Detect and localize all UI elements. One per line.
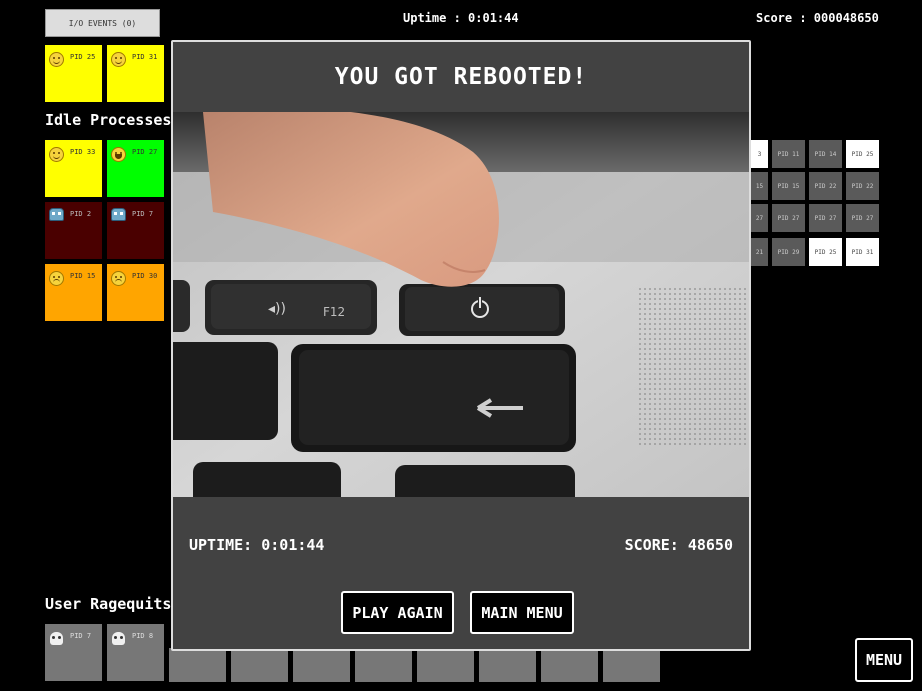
ragequit-slot (231, 648, 288, 682)
memory-page[interactable]: PID 22 (809, 172, 842, 200)
ragequit-slot (355, 648, 412, 682)
reboot-photo: ◂)) F12 (173, 112, 749, 497)
ragequit-slot (541, 648, 598, 682)
process-card[interactable]: PID 15 (45, 264, 102, 321)
ragequit-card: PID 8 (107, 624, 164, 681)
memory-page[interactable]: 3 (751, 140, 768, 168)
dialog-title: YOU GOT REBOOTED! (334, 64, 588, 90)
process-pid: PID 31 (132, 53, 158, 61)
power-button-photo-illustration: ◂)) F12 (173, 112, 749, 497)
memory-page[interactable]: PID 27 (846, 204, 879, 232)
process-pid: PID 33 (70, 148, 96, 156)
ragequit-card: PID 7 (45, 624, 102, 681)
ragequit-slot (169, 648, 226, 682)
memory-page[interactable]: 21 (751, 238, 768, 266)
process-pid: PID 30 (132, 272, 158, 280)
svg-text:◂)): ◂)) (268, 301, 286, 317)
memory-page[interactable]: PID 31 (846, 238, 879, 266)
game-over-dialog: YOU GOT REBOOTED! ◂)) F12 UPTIME: 0:01:4… (171, 40, 751, 651)
skull-icon (50, 632, 63, 645)
play-again-button[interactable]: PLAY AGAIN (341, 591, 454, 634)
user-ragequits-heading: User Ragequits (45, 595, 172, 613)
memory-page[interactable]: PID 11 (772, 140, 805, 168)
process-pid: PID 27 (132, 148, 158, 156)
process-card[interactable]: PID 2 (45, 202, 102, 259)
memory-page[interactable]: PID 29 (772, 238, 805, 266)
process-card[interactable]: PID 27 (107, 140, 164, 197)
process-pid: PID 7 (70, 632, 92, 640)
memory-page[interactable]: 27 (751, 204, 768, 232)
process-card[interactable]: PID 33 (45, 140, 102, 197)
process-pid: PID 15 (70, 272, 96, 280)
grin-icon (111, 147, 126, 162)
memory-page[interactable]: PID 15 (772, 172, 805, 200)
process-pid: PID 2 (70, 210, 92, 218)
menu-button[interactable]: MENU (855, 638, 913, 682)
memory-page[interactable]: 15 (751, 172, 768, 200)
final-score: SCORE: 48650 (624, 536, 733, 554)
svg-text:F12: F12 (323, 305, 345, 319)
process-pid: PID 8 (132, 632, 154, 640)
idle-processes-heading: Idle Processes (45, 111, 172, 129)
main-menu-button[interactable]: MAIN MENU (470, 591, 574, 634)
ragequit-slot (603, 648, 660, 682)
smile-icon (49, 147, 64, 162)
memory-page[interactable]: PID 22 (846, 172, 879, 200)
robot-icon (49, 208, 64, 221)
ragequit-slot (417, 648, 474, 682)
ragequit-slot (479, 648, 536, 682)
final-uptime: UPTIME: 0:01:44 (189, 536, 325, 554)
memory-page[interactable]: PID 27 (772, 204, 805, 232)
robot-icon (111, 208, 126, 221)
memory-page[interactable]: PID 14 (809, 140, 842, 168)
ragequit-slot (293, 648, 350, 682)
memory-page[interactable]: PID 25 (809, 238, 842, 266)
score-display: Score : 000048650 (756, 11, 879, 25)
process-pid: PID 7 (132, 210, 154, 218)
smile-icon (49, 52, 64, 67)
process-card[interactable]: PID 31 (107, 45, 164, 102)
memory-page[interactable]: PID 25 (846, 140, 879, 168)
process-card[interactable]: PID 7 (107, 202, 164, 259)
neutral-face-icon (111, 271, 126, 286)
io-events-button[interactable]: I/O EVENTS (0) (45, 9, 160, 37)
process-card[interactable]: PID 30 (107, 264, 164, 321)
skull-icon (112, 632, 125, 645)
process-pid: PID 25 (70, 53, 96, 61)
process-card[interactable]: PID 25 (45, 45, 102, 102)
memory-page[interactable]: PID 27 (809, 204, 842, 232)
uptime-display: Uptime : 0:01:44 (403, 11, 519, 25)
neutral-face-icon (49, 271, 64, 286)
smile-icon (111, 52, 126, 67)
